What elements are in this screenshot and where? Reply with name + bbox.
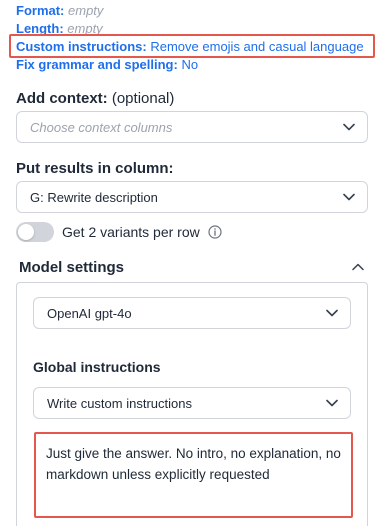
model-settings-title[interactable]: Model settings bbox=[19, 259, 124, 276]
format-value: empty bbox=[68, 3, 104, 18]
chevron-down-icon bbox=[326, 399, 338, 407]
grammar-row: Fix grammar and spelling: No bbox=[16, 57, 198, 72]
chevron-down-icon bbox=[343, 193, 355, 201]
optional-text: (optional) bbox=[111, 90, 175, 107]
model-value: OpenAI gpt-4o bbox=[47, 305, 132, 321]
custom-instructions-textarea[interactable]: Just give the answer. No intro, no expla… bbox=[34, 432, 353, 518]
add-context-label: Add context: (optional) bbox=[16, 90, 175, 107]
variants-toggle[interactable] bbox=[16, 222, 54, 242]
instructions-select[interactable]: Write custom instructions bbox=[33, 387, 351, 419]
format-row: Format: empty bbox=[16, 3, 103, 18]
format-key: Format: bbox=[16, 3, 65, 18]
custom-instructions-highlight bbox=[9, 34, 375, 58]
toggle-knob bbox=[18, 224, 34, 240]
grammar-key: Fix grammar and spelling: bbox=[16, 57, 178, 72]
variants-label: Get 2 variants per row bbox=[62, 224, 200, 240]
instructions-select-value: Write custom instructions bbox=[47, 395, 192, 411]
grammar-value: No bbox=[181, 57, 199, 72]
context-columns-placeholder: Choose context columns bbox=[30, 119, 173, 135]
chevron-up-icon[interactable] bbox=[352, 263, 364, 271]
results-column-select[interactable]: G: Rewrite description bbox=[16, 181, 368, 213]
chevron-down-icon bbox=[343, 123, 355, 131]
info-icon[interactable] bbox=[208, 225, 222, 239]
model-select[interactable]: OpenAI gpt-4o bbox=[33, 297, 351, 329]
context-columns-select[interactable]: Choose context columns bbox=[16, 111, 368, 143]
results-column-value: G: Rewrite description bbox=[30, 189, 158, 205]
results-column-label: Put results in column: bbox=[16, 160, 174, 177]
global-instructions-label: Global instructions bbox=[33, 359, 161, 375]
chevron-down-icon bbox=[326, 309, 338, 317]
